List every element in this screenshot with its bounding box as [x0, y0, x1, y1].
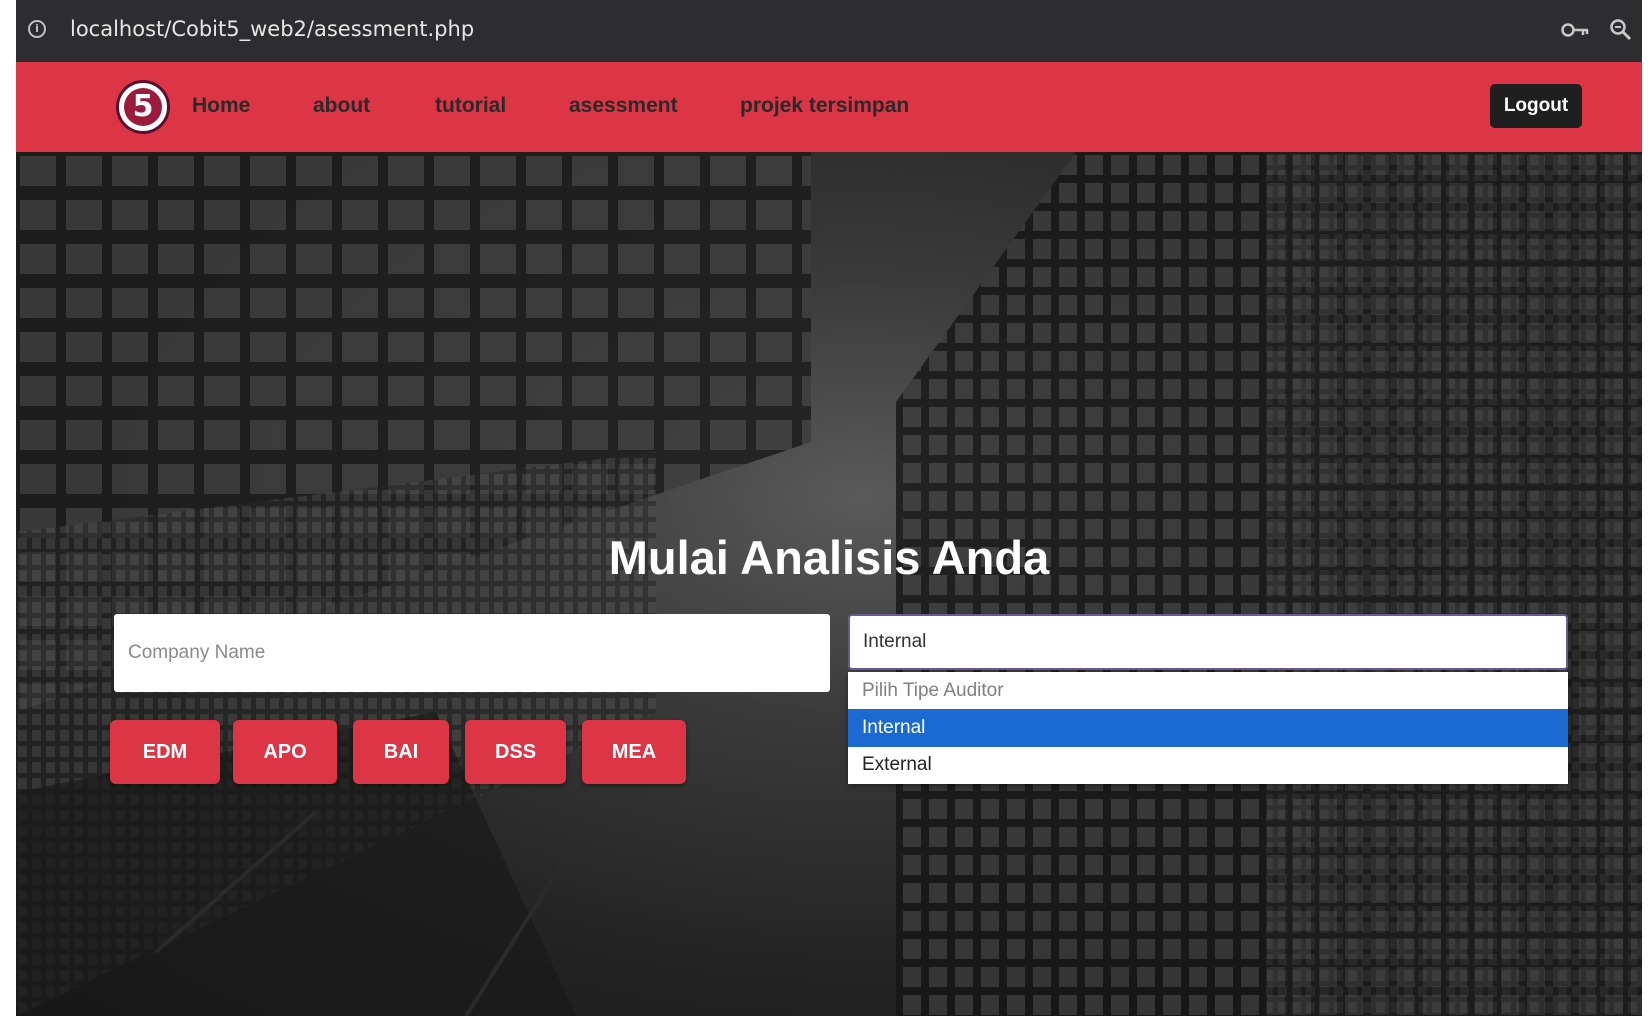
auditor-type-dropdown: Pilih Tipe Auditor Internal External	[848, 672, 1568, 784]
nav-link-projek-tersimpan[interactable]: projek tersimpan	[740, 94, 909, 118]
nav-link-tutorial[interactable]: tutorial	[435, 94, 506, 118]
nav-link-home[interactable]: Home	[192, 94, 250, 118]
address-bar[interactable]: i localhost/Cobit5_web2/asessment.php	[16, 0, 1642, 62]
edm-button[interactable]: EDM	[110, 720, 220, 784]
logout-button[interactable]: Logout	[1490, 84, 1582, 128]
navbar: 5 Home about tutorial asessment projek t…	[16, 62, 1642, 152]
info-icon[interactable]: i	[28, 20, 46, 38]
auditor-type-select[interactable]: Internal	[848, 614, 1568, 670]
nav-link-asessment[interactable]: asessment	[569, 94, 678, 118]
bai-button[interactable]: BAI	[353, 720, 449, 784]
dss-button[interactable]: DSS	[465, 720, 566, 784]
company-name-input[interactable]	[114, 614, 830, 692]
hero-title: Mulai Analisis Anda	[608, 531, 1050, 584]
apo-button[interactable]: APO	[233, 720, 337, 784]
key-icon[interactable]	[1561, 20, 1591, 40]
option-external[interactable]: External	[848, 746, 1568, 784]
browser-window: i localhost/Cobit5_web2/asessment.php 5 …	[16, 0, 1642, 1016]
mea-button[interactable]: MEA	[582, 720, 686, 784]
logo-number: 5	[124, 88, 162, 126]
cobit5-logo[interactable]: 5	[116, 80, 170, 134]
url-text[interactable]: localhost/Cobit5_web2/asessment.php	[70, 17, 474, 41]
nav-link-about[interactable]: about	[313, 94, 370, 118]
option-internal[interactable]: Internal	[848, 709, 1568, 747]
option-pilih-tipe-auditor[interactable]: Pilih Tipe Auditor	[848, 672, 1568, 710]
hero-section: Mulai Analisis Anda EDM APO BAI DSS MEA …	[16, 152, 1642, 1016]
zoom-icon[interactable]	[1609, 18, 1633, 42]
